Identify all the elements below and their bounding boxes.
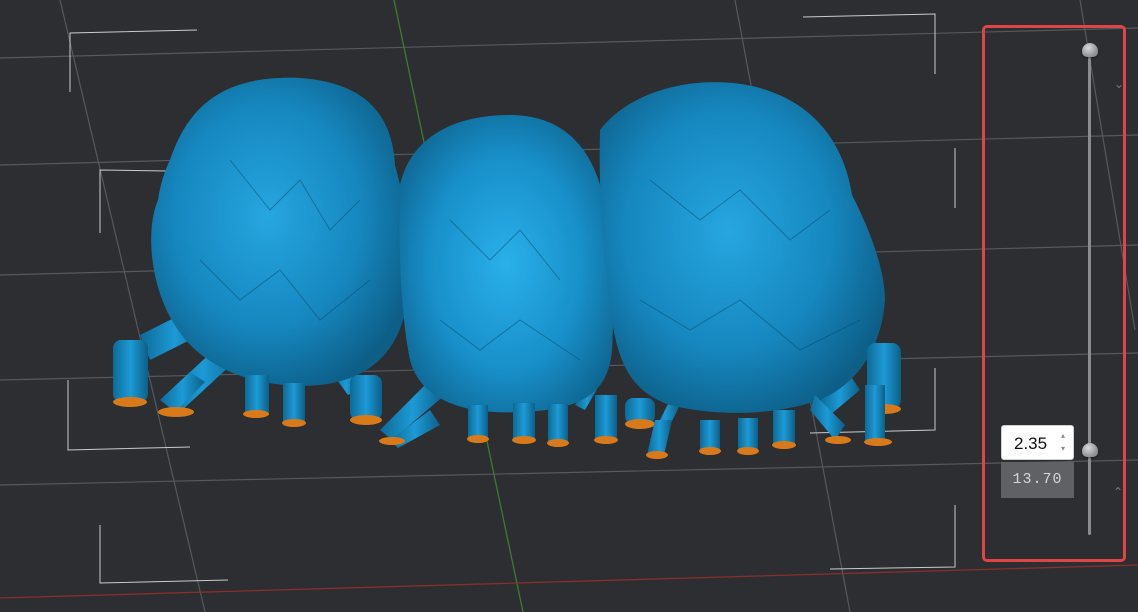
chevron-down-icon[interactable]: ⌄ [1112, 78, 1126, 90]
tooth-middle [399, 115, 614, 413]
tooth-right [599, 82, 885, 413]
spin-down-icon[interactable]: ▾ [1058, 444, 1068, 454]
current-layer-spinbox[interactable]: 2.35 ▴ ▾ [1001, 425, 1074, 460]
viewport-3d[interactable] [0, 0, 1138, 612]
upper-layer-handle[interactable] [1082, 43, 1098, 57]
lower-layer-handle[interactable] [1082, 443, 1098, 457]
layer-slider-panel: 2.35 ▴ ▾ 13.70 [982, 25, 1126, 562]
dental-model[interactable] [151, 77, 885, 413]
tooth-left [151, 77, 410, 386]
spin-up-icon[interactable]: ▴ [1058, 431, 1068, 441]
current-layer-value[interactable]: 2.35 [1014, 434, 1047, 454]
total-height-label: 13.70 [1001, 462, 1074, 498]
chevron-up-icon[interactable]: ⌃ [1111, 486, 1125, 498]
layer-slider-track[interactable] [1088, 50, 1091, 535]
